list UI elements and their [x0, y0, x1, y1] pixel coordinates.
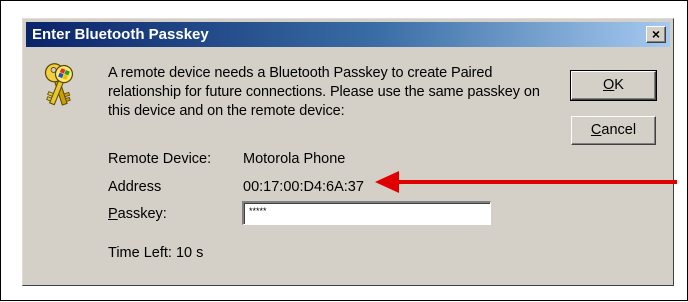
- cancel-button[interactable]: Cancel: [571, 116, 656, 145]
- ok-label-rest: K: [614, 77, 624, 93]
- title-bar[interactable]: Enter Bluetooth Passkey ×: [26, 22, 670, 47]
- screenshot-frame: Enter Bluetooth Passkey × A remote devic…: [0, 0, 688, 301]
- time-left-text: Time Left: 10 s: [108, 245, 204, 261]
- passkey-label: Passkey:: [108, 206, 167, 222]
- address-label: Address: [108, 179, 162, 195]
- passkey-mnemonic: P: [108, 206, 118, 222]
- dialog-message: A remote device needs a Bluetooth Passke…: [108, 65, 540, 119]
- ok-button[interactable]: OK: [570, 70, 657, 101]
- cancel-label-rest: ancel: [601, 122, 637, 138]
- cancel-mnemonic: C: [590, 122, 602, 138]
- address-value: 00:17:00:D4:6A:37: [243, 179, 364, 195]
- remote-device-value: Motorola Phone: [243, 151, 346, 167]
- passkey-input[interactable]: *****: [242, 201, 491, 225]
- close-button[interactable]: ×: [646, 26, 666, 43]
- dialog-title: Enter Bluetooth Passkey: [32, 26, 209, 43]
- remote-device-label: Remote Device:: [108, 151, 212, 167]
- passkey-dialog: Enter Bluetooth Passkey × A remote devic…: [22, 18, 674, 286]
- keys-icon: [44, 63, 74, 106]
- ok-mnemonic: O: [603, 77, 615, 93]
- passkey-label-rest: asskey:: [117, 206, 167, 222]
